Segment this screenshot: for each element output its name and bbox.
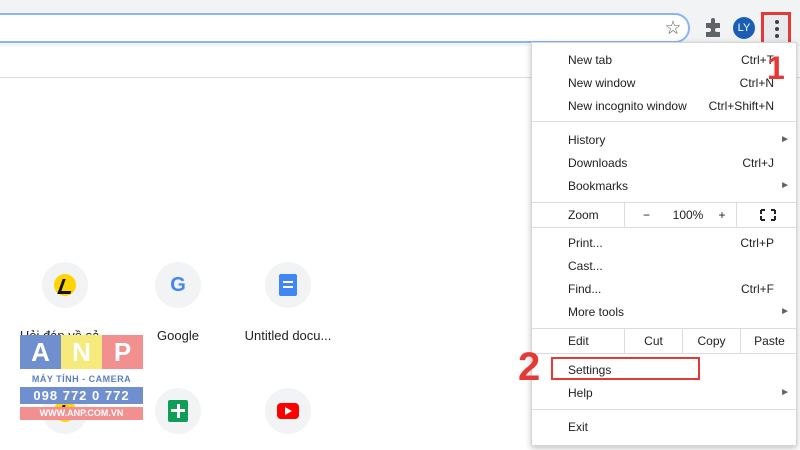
docs-icon [279, 274, 297, 296]
menu-item-more-tools[interactable]: More tools ► [568, 301, 790, 323]
google-icon: G [170, 273, 186, 296]
menu-item-new-tab[interactable]: New tab Ctrl+T [568, 49, 788, 71]
browser-toolbar: ☆ LY [0, 0, 800, 46]
step-1-marker: 1 [767, 50, 785, 86]
step-2-marker: 2 [518, 345, 541, 389]
chrome-main-menu: New tab Ctrl+T New window Ctrl+N New incog… [531, 42, 797, 446]
menu-item-help[interactable]: Help ► [568, 382, 790, 404]
watermark-subtitle: MÁY TÍNH - CAMERA [31, 374, 132, 384]
menu-item-new-incognito[interactable]: New incognito window Ctrl+Shift+N [568, 95, 788, 117]
menu-item-cast[interactable]: Cast... [568, 255, 788, 277]
chevron-right-icon: ► [780, 387, 790, 398]
zoom-level: 100% [672, 208, 704, 222]
menu-divider [532, 409, 796, 410]
zoom-in-button[interactable]: + [708, 203, 736, 227]
zoom-out-button[interactable]: − [624, 203, 668, 227]
edit-row: Edit Cut Copy Paste [532, 329, 796, 353]
watermark-site: WWW.ANP.COM.VN [20, 407, 143, 420]
menu-divider [532, 121, 796, 122]
chevron-right-icon: ► [780, 180, 790, 191]
zoom-label: Zoom [568, 208, 599, 222]
chevron-right-icon: ► [780, 134, 790, 145]
youtube-icon [277, 403, 299, 419]
star-icon[interactable]: ☆ [662, 18, 684, 40]
copy-button[interactable]: Copy [682, 329, 740, 353]
cut-button[interactable]: Cut [624, 329, 682, 353]
paste-button[interactable]: Paste [740, 329, 798, 353]
watermark-logo: A N P MÁY TÍNH - CAMERA 098 772 0 772 WW… [20, 335, 143, 431]
menu-item-exit[interactable]: Exit [568, 416, 788, 438]
menu-item-downloads[interactable]: Downloads Ctrl+J [568, 152, 788, 174]
fullscreen-icon[interactable] [736, 203, 798, 227]
shortcut-tile[interactable]: Untitled docu... [233, 262, 343, 343]
sheets-icon [168, 400, 188, 422]
shortcut-label: Untitled docu... [244, 328, 332, 343]
menu-divider [532, 353, 796, 354]
chevron-right-icon: ► [780, 306, 790, 317]
menu-divider [532, 227, 796, 228]
puzzle-icon[interactable] [702, 16, 724, 40]
shortcut-tile[interactable]: Hỏi đáp về sả... [10, 262, 120, 343]
zoom-row: Zoom − 100% + [532, 203, 796, 227]
menu-item-new-window[interactable]: New window Ctrl+N [568, 72, 788, 94]
watermark-letter: A [20, 335, 61, 369]
edit-label: Edit [568, 334, 589, 348]
menu-item-bookmarks[interactable]: Bookmarks ► [568, 175, 790, 197]
runner-icon [54, 274, 76, 296]
avatar[interactable]: LY [733, 17, 755, 39]
menu-item-history[interactable]: History ► [568, 129, 790, 151]
menu-item-find[interactable]: Find... Ctrl+F [568, 278, 788, 300]
shortcut-tile[interactable]: G Google [123, 262, 233, 343]
shortcut-tile[interactable] [233, 388, 343, 434]
watermark-letter: P [102, 335, 143, 369]
kebab-menu-icon[interactable] [761, 12, 791, 45]
settings-highlight-box [551, 357, 700, 380]
menu-item-print[interactable]: Print... Ctrl+P [568, 232, 788, 254]
address-bar[interactable] [0, 13, 690, 43]
watermark-phone: 098 772 0 772 [20, 387, 143, 404]
watermark-letter: N [61, 335, 102, 369]
